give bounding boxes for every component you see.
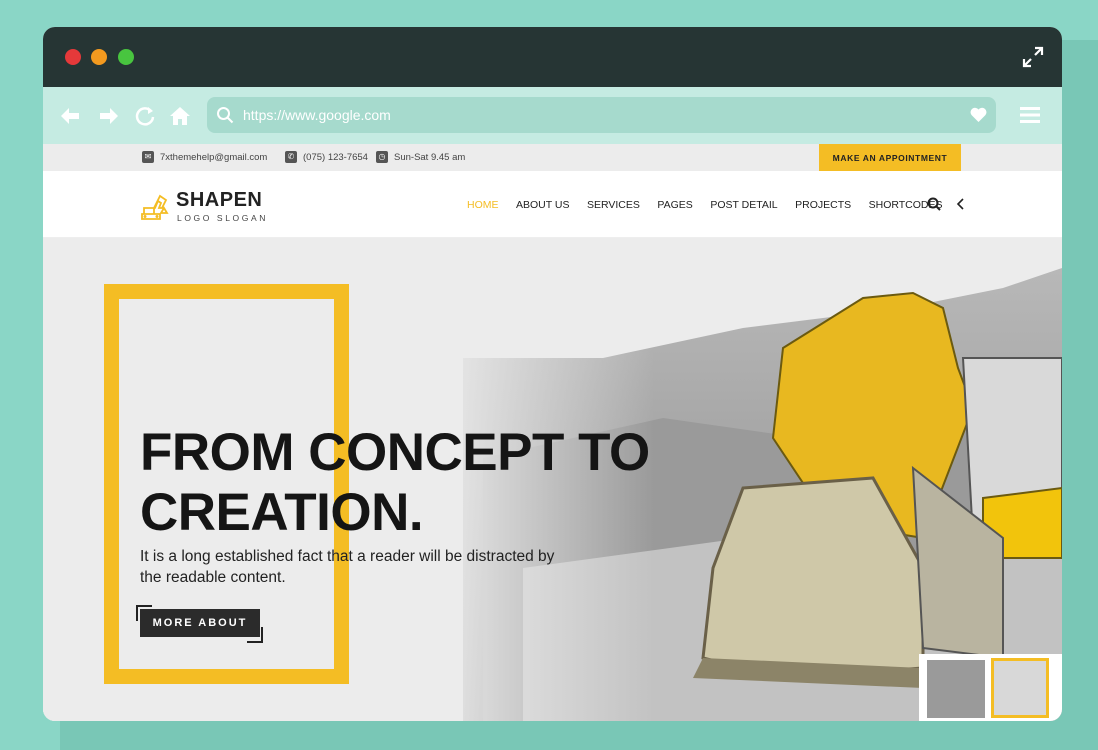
- url-text: https://www.google.com: [243, 107, 391, 123]
- nav-item-pages[interactable]: PAGES: [657, 199, 692, 211]
- hero-section: FROM CONCEPT TO CREATION. It is a long e…: [43, 238, 1062, 721]
- make-appointment-button[interactable]: MAKE AN APPOINTMENT: [819, 144, 961, 171]
- nav-item-post-detail[interactable]: POST DETAIL: [710, 199, 777, 211]
- phone-info: ✆ (075) 123-7654: [285, 151, 368, 163]
- nav-item-services[interactable]: SERVICES: [587, 199, 640, 211]
- maximize-window-button[interactable]: [118, 49, 134, 65]
- minimize-window-button[interactable]: [91, 49, 107, 65]
- logo-name[interactable]: SHAPEN: [176, 189, 262, 212]
- home-icon[interactable]: [169, 105, 191, 127]
- search-icon: [217, 107, 234, 124]
- hamburger-menu-icon[interactable]: [1020, 106, 1040, 124]
- phone-text[interactable]: (075) 123-7654: [303, 152, 368, 163]
- close-window-button[interactable]: [65, 49, 81, 65]
- slider-thumbnails: [919, 654, 1062, 721]
- phone-icon: ✆: [285, 151, 297, 163]
- clock-icon: ◷: [376, 151, 388, 163]
- logo-slogan: LOGO SLOGAN: [177, 213, 268, 223]
- nav-item-about-us[interactable]: ABOUT US: [516, 199, 569, 211]
- nav-item-home[interactable]: HOME: [467, 199, 499, 211]
- expand-icon[interactable]: [1022, 46, 1044, 68]
- search-icon[interactable]: [927, 197, 941, 211]
- hero-text: It is a long established fact that a rea…: [140, 548, 555, 586]
- hours-text: Sun-Sat 9.45 am: [394, 151, 466, 163]
- chevron-left-icon[interactable]: [956, 198, 966, 210]
- browser-window: https://www.google.com ✉ 7xthemehelp@gma…: [43, 27, 1062, 721]
- email-text[interactable]: 7xthemehelp@gmail.com: [160, 152, 267, 163]
- back-arrow-icon[interactable]: [59, 105, 81, 127]
- excavator-logo-icon[interactable]: [139, 190, 171, 222]
- site-topbar: ✉ 7xthemehelp@gmail.com ✆ (075) 123-7654…: [43, 144, 1062, 171]
- slide-thumbnail-2-active[interactable]: [991, 658, 1049, 718]
- site-header: SHAPEN LOGO SLOGAN HOME ABOUT US SERVICE…: [43, 171, 1062, 238]
- main-nav: HOME ABOUT US SERVICES PAGES POST DETAIL…: [467, 199, 943, 211]
- title-bar: [43, 27, 1062, 87]
- browser-toolbar: https://www.google.com: [43, 87, 1062, 144]
- forward-arrow-icon[interactable]: [98, 105, 120, 127]
- heart-icon[interactable]: [970, 107, 987, 123]
- address-bar[interactable]: https://www.google.com: [207, 97, 996, 133]
- button-corner-decoration: [247, 627, 263, 643]
- nav-item-projects[interactable]: PROJECTS: [795, 199, 851, 211]
- slide-thumbnail-1[interactable]: [927, 660, 985, 718]
- refresh-icon[interactable]: [134, 105, 156, 127]
- hours-info: ◷ Sun-Sat 9.45 am: [376, 151, 465, 163]
- hero-title: FROM CONCEPT TO CREATION.: [140, 423, 650, 542]
- email-info: ✉ 7xthemehelp@gmail.com: [142, 151, 267, 163]
- more-about-button[interactable]: MORE ABOUT: [140, 609, 260, 637]
- envelope-icon: ✉: [142, 151, 154, 163]
